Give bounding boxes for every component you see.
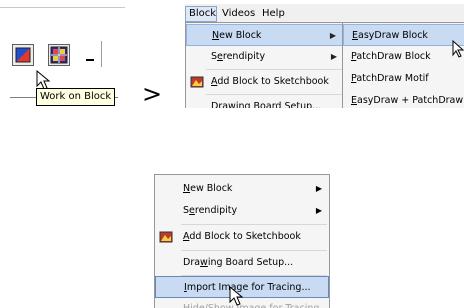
mouse-cursor-icon	[36, 70, 50, 90]
submenu-item-patchdraw-motif[interactable]: PatchDraw Motif	[343, 68, 464, 90]
submenu-item-easydraw-patchdraw[interactable]: EasyDraw + PatchDraw	[343, 90, 464, 108]
menu-item-label: PatchDraw Block	[351, 51, 431, 62]
menubar-label: Block	[189, 8, 217, 19]
quilt-block-icon	[15, 47, 31, 63]
menu-item-drawing-board-setup[interactable]: Drawing Board Setup...	[186, 96, 344, 108]
menu-item-serendipity[interactable]: Serendipity ▶	[155, 200, 329, 222]
submenu-item-patchdraw-block[interactable]: PatchDraw Block	[343, 46, 464, 68]
menu-item-label: Serendipity	[211, 51, 266, 62]
sketchbook-icon	[159, 231, 173, 243]
menu-item-new-block[interactable]: New Block ▶	[155, 178, 329, 200]
mouse-cursor-icon	[452, 40, 464, 58]
menubar-item-videos[interactable]: Videos	[222, 7, 255, 21]
menu-item-add-block-to-sketchbook[interactable]: Add Block to Sketchbook	[186, 71, 344, 93]
menubar-label: Videos	[222, 8, 256, 19]
work-on-block-button[interactable]	[12, 44, 34, 66]
submenu-arrow-icon: ▶	[315, 184, 322, 193]
submenu-arrow-icon: ▶	[315, 206, 322, 215]
submenu-item-easydraw-block[interactable]: EasyDraw Block	[343, 24, 464, 46]
menu-item-label: EasyDraw Block	[352, 30, 428, 41]
toolbar-dropdown-button[interactable]	[84, 44, 98, 66]
menu-item-new-block[interactable]: New Block ▶	[186, 24, 344, 46]
menu-item-label: Serendipity	[183, 205, 238, 216]
toolbar-top-border	[0, 7, 125, 8]
menubar: Block Videos Help	[185, 4, 464, 22]
menu-item-label: Drawing Board Setup...	[183, 257, 294, 268]
menu-item-label: Import Image for Tracing...	[184, 282, 311, 293]
menu-separator	[181, 224, 327, 225]
toolbar-fragment: Work on Block	[0, 0, 125, 106]
toolbar-separator	[101, 41, 105, 67]
submenu-arrow-icon: ▶	[330, 52, 337, 61]
menu-separator	[206, 69, 344, 70]
menu-item-label: PatchDraw Motif	[351, 73, 429, 84]
grid-quilt-icon	[50, 46, 68, 64]
menubar-label: Help	[262, 8, 285, 19]
menu-item-label: Add Block to Sketchbook	[183, 231, 301, 242]
menu-item-drawing-board-setup[interactable]: Drawing Board Setup...	[155, 252, 329, 274]
top-menu-fragment: Block Videos Help New Block ▶ Serendipit…	[185, 4, 464, 108]
block-menu: New Block ▶ Serendipity ▶ Add Block to S…	[185, 22, 345, 108]
menu-separator	[181, 250, 327, 251]
menu-item-label: New Block	[183, 183, 233, 194]
submenu-arrow-icon: ▶	[329, 31, 336, 40]
new-block-submenu: EasyDraw Block PatchDraw Block PatchDraw…	[342, 22, 464, 108]
menu-item-label: Hide/Show Image for Tracing	[183, 298, 319, 308]
transition-arrow: >	[142, 80, 163, 108]
menu-item-label: Add Block to Sketchbook	[211, 76, 329, 87]
menubar-item-help[interactable]: Help	[262, 7, 285, 21]
menu-item-serendipity[interactable]: Serendipity ▶	[186, 46, 344, 68]
menu-item-add-block-to-sketchbook[interactable]: Add Block to Sketchbook	[155, 226, 329, 248]
menu-item-label: EasyDraw + PatchDraw	[351, 95, 464, 106]
work-on-quilt-button[interactable]	[48, 44, 70, 66]
mouse-cursor-icon	[229, 286, 243, 306]
menubar-item-block[interactable]: Block	[185, 6, 217, 22]
sketchbook-icon	[190, 76, 204, 88]
dropdown-arrow-icon	[86, 59, 94, 61]
menu-item-label: New Block	[212, 30, 262, 41]
menu-item-label: Drawing Board Setup...	[211, 101, 322, 108]
tooltip: Work on Block	[36, 88, 116, 106]
menu-separator	[206, 94, 344, 95]
